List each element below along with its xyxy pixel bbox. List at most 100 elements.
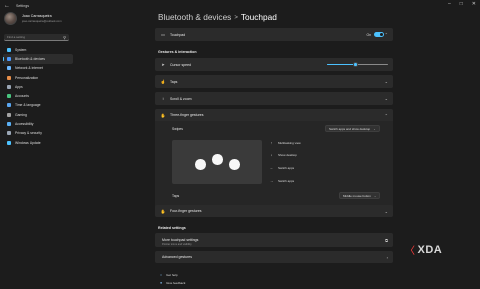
open-external-icon: ⧉ [385, 237, 388, 243]
scroll-zoom-label: Scroll & zoom [170, 96, 192, 101]
three-finger-taps-dropdown[interactable]: Middle mouse button ⌄ [339, 192, 381, 199]
close-icon[interactable]: ✕ [472, 1, 476, 7]
person-icon [7, 94, 11, 99]
finger-dot [195, 159, 206, 170]
gamepad-icon [7, 112, 11, 117]
arrow-up-icon: ↑ [270, 141, 273, 145]
title-bar: ← Settings [0, 0, 480, 11]
sidebar-item-time-language[interactable]: Time & language [3, 101, 73, 110]
three-finger-taps-label: Taps [172, 194, 180, 198]
chevron-right-icon: › [386, 254, 388, 260]
apps-icon [7, 84, 11, 89]
brush-icon [7, 75, 11, 80]
advanced-gestures-label: Advanced gestures [162, 255, 192, 259]
touchpad-icon: ▭ [161, 32, 165, 37]
chevron-down-icon[interactable]: ⌄ [385, 79, 388, 84]
cursor-icon: ➤ [161, 62, 165, 67]
taps-label: Taps [170, 79, 178, 84]
update-icon [7, 140, 11, 145]
avatar [4, 12, 17, 25]
finger-dot [229, 159, 240, 170]
swipes-label: Swipes [172, 127, 183, 131]
taps-card[interactable]: ☝ Taps ⌄ [155, 75, 393, 88]
feedback-icon: ● [160, 281, 163, 285]
chevron-up-icon[interactable]: ⌃ [385, 113, 388, 118]
breadcrumb-parent[interactable]: Bluetooth & devices [158, 12, 231, 22]
gesture-label: Show desktop [278, 153, 297, 157]
touchpad-toggle[interactable] [374, 32, 384, 37]
taps-value: Middle mouse button [343, 193, 371, 198]
sidebar-item-bluetooth-devices[interactable]: Bluetooth & devices [3, 54, 73, 64]
watermark-text: XDA [417, 243, 443, 256]
gestures-section-heading: Gestures & interaction [158, 50, 197, 54]
more-touchpad-settings-label: More touchpad settings [162, 237, 199, 242]
cursor-speed-label: Cursor speed [170, 62, 192, 67]
sidebar-item-label: Windows Update [15, 140, 41, 145]
sidebar-item-label: System [15, 47, 27, 52]
chevron-up-icon[interactable]: ⌃ [385, 32, 388, 37]
chevron-down-icon[interactable]: ⌄ [385, 96, 388, 101]
arrow-right-icon: → [269, 179, 274, 183]
chevron-down-icon: ⌄ [373, 126, 376, 131]
four-finger-label: Four-finger gestures [170, 209, 202, 213]
gesture-swipe-left: ← Switch apps [269, 166, 294, 170]
gesture-label: Multitasking view [278, 141, 301, 145]
sidebar-item-label: Privacy & security [15, 131, 42, 136]
sidebar-item-label: Gaming [15, 112, 27, 117]
gesture-swipe-up: ↑ Multitasking view [269, 141, 301, 145]
four-finger-icon: ✋ [160, 208, 166, 214]
maximize-icon[interactable]: □ [460, 1, 463, 7]
sidebar-item-accounts[interactable]: Accounts [3, 91, 73, 100]
sidebar-item-system[interactable]: System [3, 45, 73, 54]
tap-icon: ☝ [160, 79, 166, 84]
sidebar-item-windows-update[interactable]: Windows Update [3, 138, 73, 147]
chevron-down-icon[interactable]: ⌄ [385, 209, 388, 214]
scroll-zoom-card[interactable]: ↕ Scroll & zoom ⌄ [155, 92, 393, 105]
get-help-link[interactable]: ○ Get help [160, 273, 178, 277]
bluetooth-icon [7, 56, 11, 61]
sidebar-item-label: Bluetooth & devices [15, 56, 45, 61]
user-profile[interactable]: Joao Carrasqueira joao.carrasqueira@outl… [4, 12, 62, 25]
touchpad-illustration [172, 140, 262, 184]
page-title: Touchpad [240, 12, 277, 22]
sidebar-item-accessibility[interactable]: Accessibility [3, 119, 73, 128]
four-finger-card[interactable]: ✋ Four-finger gestures ⌄ [155, 205, 393, 217]
sidebar-item-label: Time & language [15, 103, 41, 108]
search-input[interactable] [7, 35, 64, 39]
touchpad-card[interactable]: ▭ Touchpad On ⌃ [155, 28, 393, 41]
sidebar-item-label: Accessibility [15, 122, 34, 127]
advanced-gestures-card[interactable]: Advanced gestures › [155, 251, 393, 263]
gesture-swipe-right: → Switch apps [269, 179, 294, 183]
more-touchpad-settings-card[interactable]: More touchpad settings Pointer icons and… [155, 233, 393, 247]
sidebar-item-apps[interactable]: Apps [3, 82, 73, 91]
search-box[interactable]: ⚲ [4, 34, 69, 41]
gesture-swipe-down: ↓ Show desktop [269, 153, 297, 157]
swipes-dropdown[interactable]: Switch apps and show desktop ⌄ [325, 125, 380, 132]
touchpad-toggle-group: On [366, 32, 384, 37]
sidebar-item-label: Accounts [15, 94, 29, 99]
accessibility-icon [7, 122, 11, 127]
back-arrow-icon[interactable]: ← [4, 3, 12, 9]
give-feedback-label: Give feedback [166, 281, 186, 285]
help-icon: ○ [160, 273, 163, 277]
xda-bracket-logo: 〈 [405, 246, 416, 257]
shield-icon [7, 131, 11, 136]
minimize-icon[interactable]: – [448, 1, 451, 7]
arrow-left-icon: ← [269, 166, 274, 170]
search-icon: ⚲ [63, 34, 66, 40]
gesture-label: Switch apps [278, 166, 295, 170]
sidebar-nav: System Bluetooth & devices Network & int… [3, 45, 73, 147]
sidebar-item-label: Apps [15, 84, 23, 89]
sidebar-item-personalization[interactable]: Personalization [3, 73, 73, 82]
sidebar-item-label: Network & internet [15, 66, 43, 71]
three-finger-label: Three-finger gestures [170, 113, 204, 117]
three-finger-card[interactable]: ✋ Three-finger gestures ⌃ [155, 109, 393, 121]
sidebar-item-privacy-security[interactable]: Privacy & security [3, 129, 73, 138]
finger-dot [212, 154, 223, 165]
sidebar-item-network[interactable]: Network & internet [3, 64, 73, 73]
give-feedback-link[interactable]: ● Give feedback [160, 281, 185, 285]
slider-thumb[interactable] [353, 62, 358, 67]
sidebar-item-gaming[interactable]: Gaming [3, 110, 73, 119]
swipes-value: Switch apps and show desktop [329, 126, 371, 131]
touchpad-label: Touchpad [170, 32, 186, 37]
